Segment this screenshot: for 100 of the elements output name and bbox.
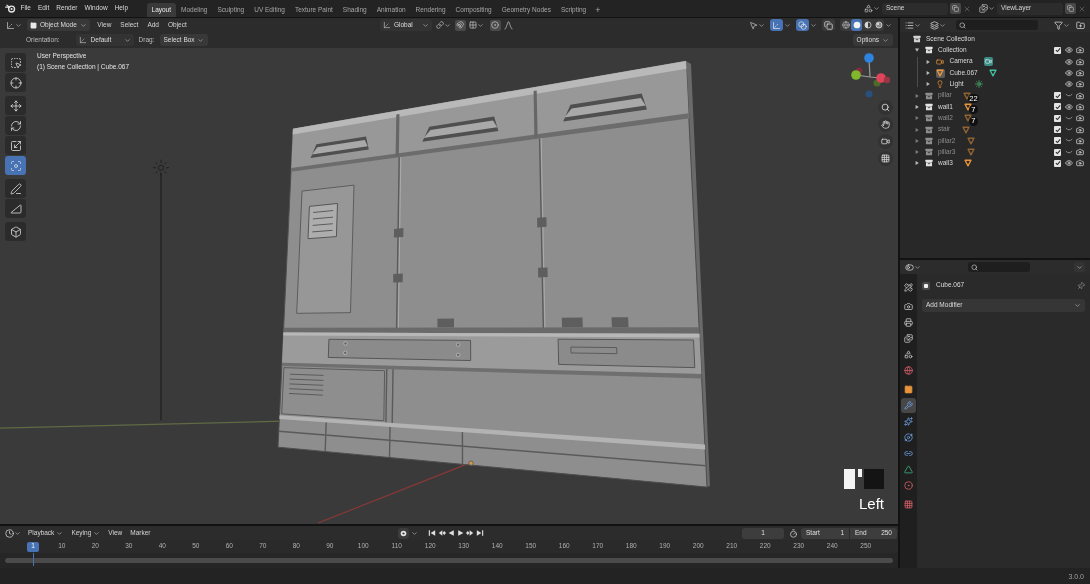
eye-icon[interactable] <box>1064 46 1073 55</box>
previous-keyframe-icon[interactable] <box>437 529 446 537</box>
disclosure-triangle-icon[interactable] <box>914 161 919 166</box>
new-view-layer-button[interactable] <box>1065 3 1076 14</box>
tool-button[interactable] <box>5 53 26 72</box>
tool-button[interactable] <box>5 96 26 115</box>
toggle-button[interactable] <box>822 19 835 31</box>
checkbox[interactable] <box>1054 46 1061 54</box>
shading-mode-button[interactable] <box>862 19 873 31</box>
camera-icon[interactable] <box>1076 125 1084 134</box>
eye-icon[interactable] <box>1064 69 1073 78</box>
view-layer-browse-button[interactable] <box>979 2 995 15</box>
camera-icon[interactable] <box>1076 69 1084 78</box>
editor-type-button[interactable] <box>905 261 921 273</box>
properties-tab[interactable] <box>901 497 916 512</box>
tool-button[interactable] <box>5 179 26 198</box>
tool-button[interactable] <box>5 116 26 135</box>
pan-button[interactable] <box>878 117 893 132</box>
disclosure-triangle-icon[interactable] <box>914 116 919 121</box>
scene-browse-button[interactable] <box>864 2 880 15</box>
camera-icon[interactable] <box>1076 102 1084 111</box>
checkbox[interactable] <box>1054 159 1061 167</box>
disclosure-triangle-icon[interactable] <box>926 82 930 87</box>
zoom-button[interactable] <box>878 100 893 115</box>
display-mode-button[interactable] <box>930 19 946 31</box>
disclosure-triangle-icon[interactable] <box>914 138 919 143</box>
shading-mode-button[interactable] <box>840 19 851 31</box>
camera-icon[interactable] <box>1076 159 1084 168</box>
tool-button[interactable] <box>5 136 26 155</box>
properties-tab[interactable] <box>901 414 916 429</box>
checkbox[interactable] <box>1054 103 1061 111</box>
search-field[interactable] <box>956 20 1038 30</box>
tool-button[interactable] <box>5 199 26 218</box>
camera-icon[interactable] <box>1076 148 1084 157</box>
properties-tab[interactable] <box>901 430 916 445</box>
logo-icon[interactable] <box>5 4 16 13</box>
checkbox[interactable] <box>1054 126 1061 133</box>
toggle-button[interactable] <box>796 19 809 31</box>
camera-icon[interactable] <box>1076 57 1084 66</box>
proportional-editing-toggle[interactable] <box>489 19 501 31</box>
add-workspace-button[interactable]: + <box>591 3 605 17</box>
properties-tab[interactable] <box>901 462 916 477</box>
snap-toggle[interactable] <box>454 19 466 31</box>
checkbox[interactable] <box>1054 148 1061 156</box>
eye-icon[interactable] <box>1064 159 1073 168</box>
jump-start-icon[interactable] <box>428 529 436 537</box>
disclosure-triangle-icon[interactable] <box>914 127 919 132</box>
new-collection-button[interactable] <box>1076 19 1085 31</box>
projection-button[interactable] <box>878 151 893 166</box>
record-button[interactable] <box>398 527 409 539</box>
properties-tab[interactable] <box>901 280 916 295</box>
checkbox[interactable] <box>1054 137 1061 145</box>
camera-icon[interactable] <box>1076 80 1084 89</box>
properties-tab[interactable] <box>901 382 916 397</box>
tool-button[interactable] <box>5 222 26 241</box>
camera-icon[interactable] <box>1076 91 1084 100</box>
disclosure-triangle-icon[interactable] <box>914 48 919 53</box>
properties-tab[interactable] <box>901 398 916 413</box>
checkbox[interactable] <box>1054 92 1061 100</box>
search-field[interactable] <box>968 262 1030 272</box>
camera-icon[interactable] <box>1076 136 1084 145</box>
tool-button[interactable] <box>5 156 26 175</box>
pivot-dropdown[interactable] <box>434 19 452 31</box>
checkbox[interactable] <box>1054 114 1061 122</box>
properties-tab[interactable] <box>901 315 916 330</box>
properties-tab[interactable] <box>901 331 916 346</box>
disclosure-triangle-icon[interactable] <box>914 150 919 155</box>
horizontal-scrollbar[interactable] <box>5 558 893 563</box>
snap-target-dropdown[interactable] <box>468 19 484 31</box>
new-scene-button[interactable] <box>950 3 961 14</box>
shading-mode-button[interactable] <box>851 19 862 31</box>
eye-icon[interactable] <box>1064 80 1073 89</box>
camera-view-button[interactable] <box>878 134 893 149</box>
selectability-dropdown[interactable] <box>749 19 765 31</box>
closed-eye-icon[interactable] <box>1064 93 1073 99</box>
disclosure-triangle-icon[interactable] <box>926 71 930 76</box>
tool-button[interactable] <box>5 73 26 92</box>
shading-mode-button[interactable] <box>873 19 884 31</box>
editor-type-button[interactable] <box>4 19 24 31</box>
falloff-curve-icon[interactable] <box>503 20 513 30</box>
toggle-button[interactable] <box>770 19 783 31</box>
properties-tab[interactable] <box>901 363 916 378</box>
camera-icon[interactable] <box>1076 114 1084 123</box>
disclosure-triangle-icon[interactable] <box>914 104 919 109</box>
disclosure-triangle-icon[interactable] <box>914 93 919 98</box>
editor-type-button[interactable] <box>5 527 21 539</box>
camera-icon[interactable] <box>1076 46 1084 55</box>
stopwatch-icon[interactable] <box>789 528 798 538</box>
closed-eye-icon[interactable] <box>1064 127 1073 132</box>
eye-icon[interactable] <box>1064 57 1073 66</box>
filter-button[interactable] <box>1054 19 1070 31</box>
properties-tab[interactable] <box>901 478 916 493</box>
closed-eye-icon[interactable] <box>1064 149 1073 155</box>
editor-type-button[interactable] <box>905 19 921 31</box>
closed-eye-icon[interactable] <box>1064 115 1073 121</box>
eye-icon[interactable] <box>1064 102 1073 111</box>
closed-eye-icon[interactable] <box>1064 138 1073 144</box>
disclosure-triangle-icon[interactable] <box>926 59 930 64</box>
grid-icon <box>468 21 477 29</box>
next-keyframe-icon[interactable] <box>466 529 474 537</box>
